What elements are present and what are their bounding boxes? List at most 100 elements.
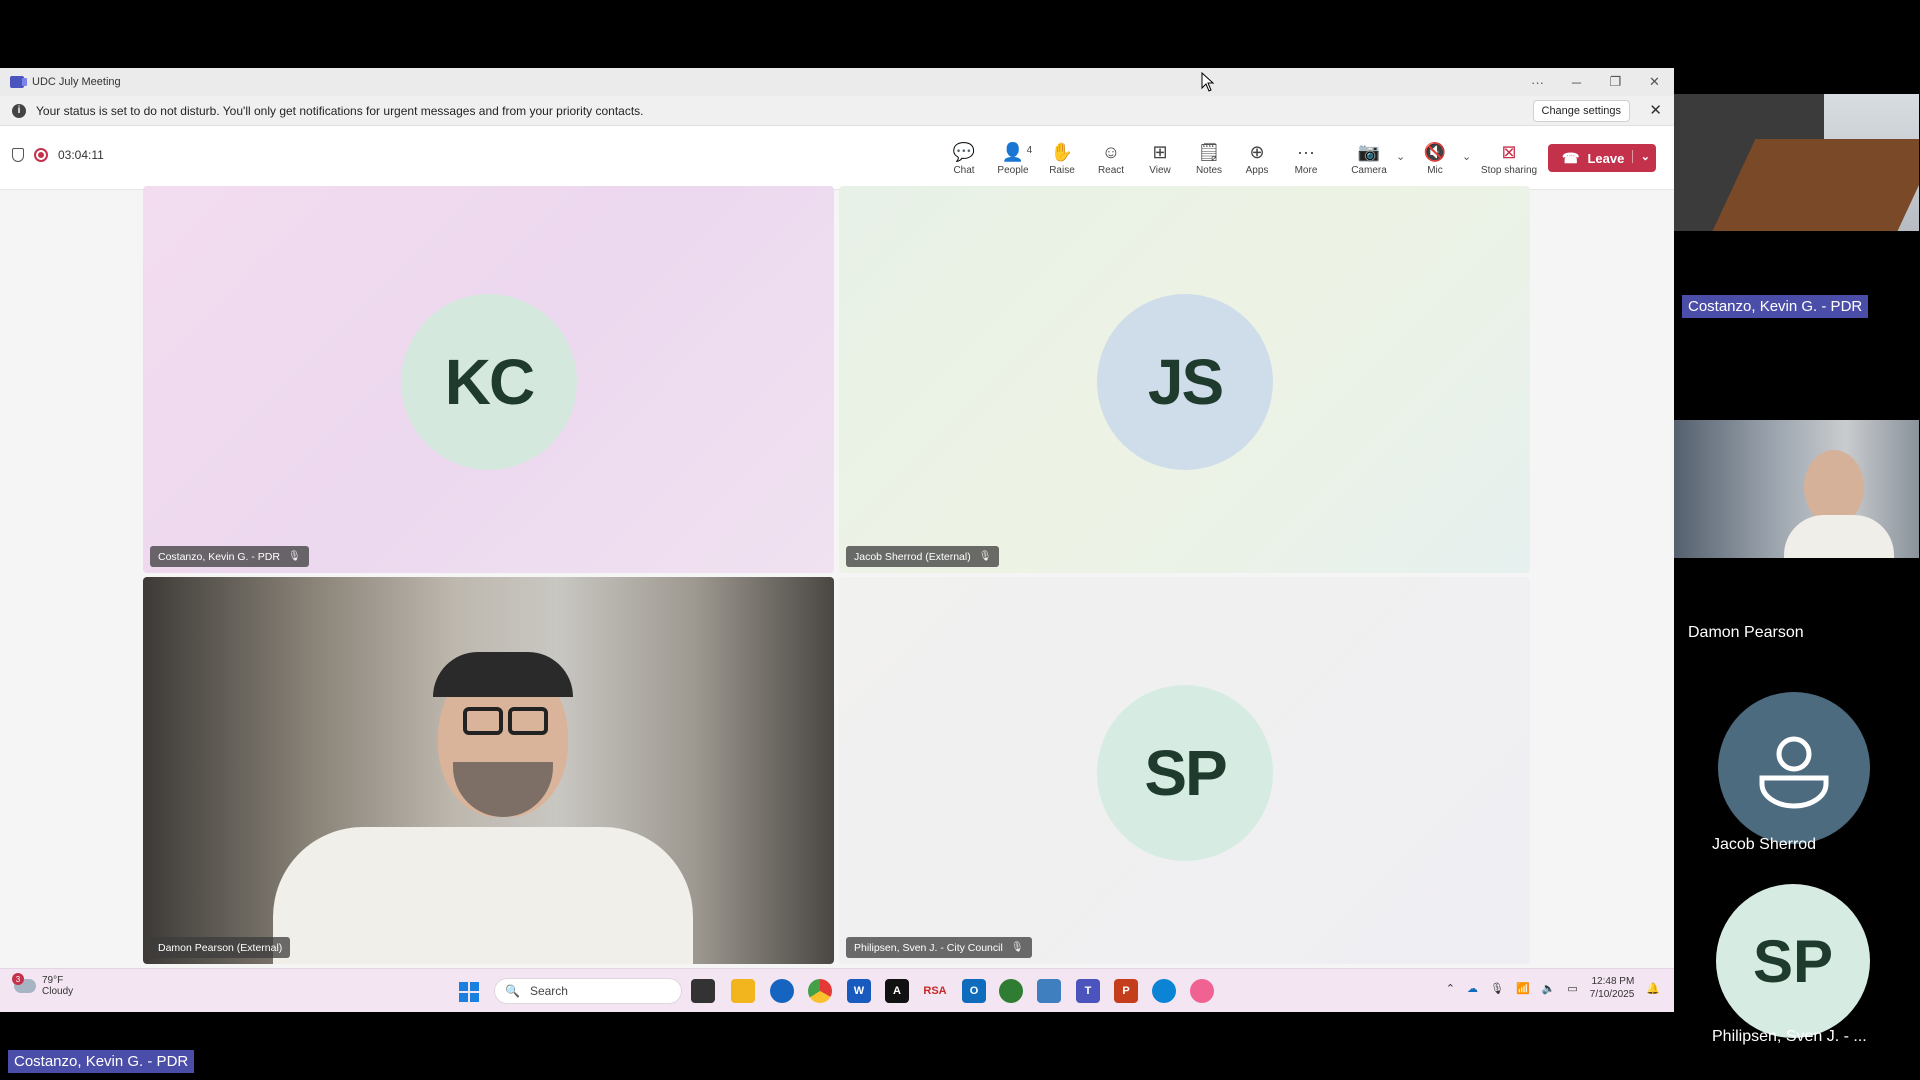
apps-label: Apps [1245, 164, 1269, 176]
chevron-up-icon[interactable]: ⌃ [1446, 982, 1455, 995]
teams-taskbar-icon[interactable]: T [1076, 979, 1100, 1003]
conference-table [1712, 139, 1919, 231]
avatar-kc: KC [401, 294, 577, 470]
task-view-icon[interactable] [691, 979, 715, 1003]
teams-app-icon [10, 76, 27, 88]
mic-button[interactable]: 🔇 Mic [1411, 134, 1459, 182]
wifi-icon[interactable]: 📶 [1516, 982, 1530, 995]
mic-muted-icon: 🎙 [287, 551, 301, 562]
app-globe-icon[interactable] [999, 979, 1023, 1003]
react-button[interactable]: ☺ React [1087, 134, 1135, 182]
restore-button[interactable]: ❐ [1596, 68, 1635, 96]
close-window-button[interactable]: ✕ [1635, 68, 1674, 96]
teams-meeting-window: UDC July Meeting ··· ─ ❐ ✕ i Your status… [0, 68, 1674, 1012]
change-settings-button[interactable]: Change settings [1532, 100, 1630, 122]
notification-bell-icon[interactable]: 🔔 [1646, 982, 1660, 995]
panel-label-jacob: Jacob Sherrod [1712, 836, 1817, 853]
participant-tile-damon-video[interactable]: Damon Pearson (External) [143, 577, 834, 964]
file-explorer-icon[interactable] [731, 979, 755, 1003]
outlook-icon[interactable]: O [962, 979, 986, 1003]
chat-label: Chat [953, 164, 975, 176]
taskbar-search[interactable]: 🔍 Search [494, 978, 682, 1004]
weather-widget[interactable]: 3 79°F Cloudy [12, 973, 73, 997]
person-icon [1759, 736, 1829, 809]
participant-name-tag: Philipsen, Sven J. - City Council 🎙 [846, 937, 1032, 958]
screen: UDC July Meeting ··· ─ ❐ ✕ i Your status… [0, 0, 1920, 1080]
participant-tile-js[interactable]: JS Jacob Sherrod (External) 🎙 [839, 186, 1530, 573]
mic-options-chevron-icon[interactable]: ⌄ [1462, 150, 1471, 163]
more-options-button[interactable]: ··· [1518, 68, 1557, 96]
onedrive-icon[interactable]: ☁ [1467, 982, 1478, 995]
notes-label: Notes [1195, 164, 1223, 176]
hand-icon: ✋ [1050, 142, 1074, 162]
app-icon[interactable] [770, 979, 794, 1003]
participant-name-tag: Jacob Sherrod (External) 🎙 [846, 546, 1000, 567]
view-button[interactable]: ⊞ View [1136, 134, 1184, 182]
search-icon: 🔍 [505, 984, 520, 998]
windows-start-icon[interactable] [459, 982, 479, 1002]
raise-hand-button[interactable]: ✋ Raise [1038, 134, 1086, 182]
dnd-notice-bar: i Your status is set to do not disturb. … [0, 96, 1674, 126]
window-controls: ··· ─ ❐ ✕ [1518, 68, 1674, 96]
search-placeholder: Search [529, 984, 568, 998]
battery-icon[interactable]: ▭ [1567, 982, 1577, 995]
plus-square-icon: ⊕ [1249, 142, 1265, 162]
room-camera-video[interactable] [1674, 94, 1919, 231]
participant-name: Damon Pearson (External) [158, 941, 283, 954]
panel-avatar-jacob[interactable] [1718, 692, 1870, 844]
notes-icon: 🗒 [1197, 142, 1221, 162]
minimize-button[interactable]: ─ [1557, 68, 1596, 96]
rsa-icon[interactable]: RSA [923, 979, 947, 1003]
camera-label: Camera [1351, 164, 1387, 176]
meeting-timer: 03:04:11 [58, 148, 104, 162]
smiley-icon: ☺ [1101, 142, 1121, 162]
participant-tile-kc[interactable]: KC Costanzo, Kevin G. - PDR 🎙 [143, 186, 834, 573]
mic-muted-icon: 🎙 [1010, 942, 1024, 953]
participant-name-tag: Costanzo, Kevin G. - PDR 🎙 [150, 546, 309, 567]
weather-temp: 79°F [42, 975, 64, 986]
snipping-icon[interactable] [1037, 979, 1061, 1003]
chat-icon: 💬 [952, 142, 976, 162]
chrome-icon[interactable] [808, 979, 832, 1003]
participant-name: Philipsen, Sven J. - City Council [854, 941, 1003, 954]
people-count: 4 [1026, 144, 1033, 156]
apps-button[interactable]: ⊕ Apps [1233, 134, 1281, 182]
shield-icon[interactable] [12, 148, 24, 162]
close-notice-button[interactable]: ✕ [1649, 101, 1662, 119]
hang-up-icon: ☎ [1562, 149, 1580, 166]
stop-sharing-label: Stop sharing [1480, 164, 1538, 176]
camera-options-chevron-icon[interactable]: ⌄ [1396, 150, 1405, 163]
system-tray: ⌃ ☁ 🎙 📶 🔈 ▭ 12:48 PM 7/10/2025 🔔 [1446, 975, 1660, 1001]
acrobat-icon[interactable]: A [885, 979, 909, 1003]
participant-name: Jacob Sherrod (External) [854, 550, 971, 563]
notes-button[interactable]: 🗒 Notes [1185, 134, 1233, 182]
taskbar-clock[interactable]: 12:48 PM 7/10/2025 [1590, 975, 1635, 1001]
windows-taskbar: 3 79°F Cloudy 🔍 Search W A RSA O T P ⌃ ☁… [0, 968, 1674, 1012]
word-icon[interactable]: W [847, 979, 871, 1003]
leave-options-chevron-icon[interactable]: ⌄ [1631, 150, 1650, 163]
stop-sharing-button[interactable]: ⊠ Stop sharing [1478, 134, 1540, 182]
active-speaker-label: Costanzo, Kevin G. - PDR [8, 1050, 195, 1073]
leave-button[interactable]: ☎ Leave ⌄ [1548, 144, 1656, 172]
camera-off-icon: 📷 [1357, 142, 1381, 162]
panel-label-damon: Damon Pearson [1688, 624, 1804, 641]
camera-button[interactable]: 📷 Camera [1345, 134, 1393, 182]
app-c-icon[interactable] [1190, 979, 1214, 1003]
recording-icon [34, 148, 48, 162]
volume-muted-icon[interactable]: 🔈 [1542, 982, 1556, 995]
edge-icon[interactable] [1152, 979, 1176, 1003]
panel-avatar-sp[interactable]: SP [1716, 884, 1870, 1038]
grid-icon: ⊞ [1152, 142, 1168, 162]
avatar-js: JS [1097, 294, 1273, 470]
title-bar: UDC July Meeting ··· ─ ❐ ✕ [0, 68, 1674, 96]
participant-tile-sp[interactable]: SP Philipsen, Sven J. - City Council 🎙 [839, 577, 1530, 964]
mic-muted-icon: 🔇 [1423, 142, 1447, 162]
people-button[interactable]: 👤 4 People [989, 134, 1037, 182]
mic-muted-icon[interactable]: 🎙 [1490, 982, 1504, 995]
raise-label: Raise [1049, 164, 1075, 176]
powerpoint-icon[interactable]: P [1114, 979, 1138, 1003]
mic-label: Mic [1427, 164, 1443, 176]
panel-video-damon[interactable] [1674, 420, 1919, 558]
chat-button[interactable]: 💬 Chat [940, 134, 988, 182]
more-button[interactable]: ··· More [1282, 134, 1330, 182]
